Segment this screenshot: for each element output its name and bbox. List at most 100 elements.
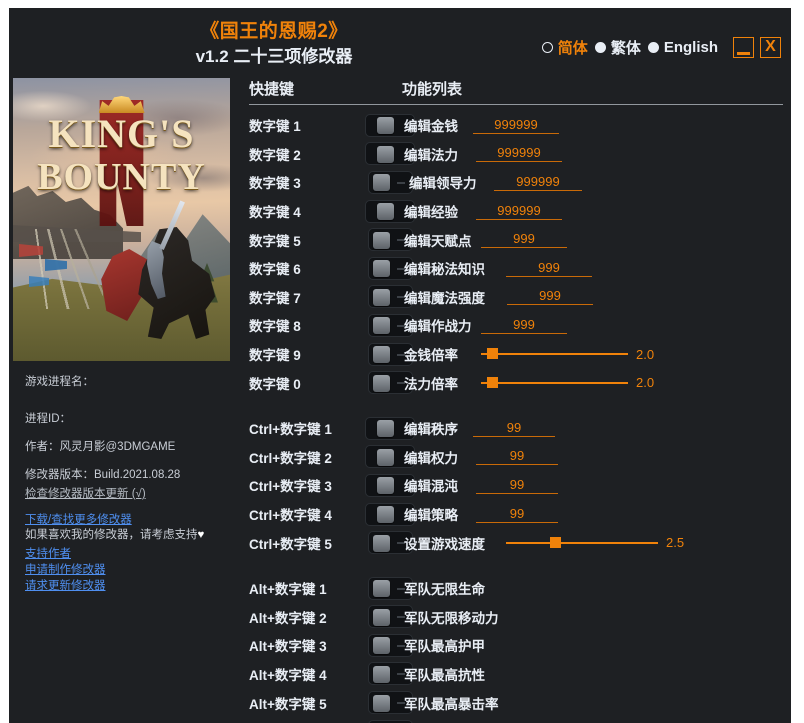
slider-track [506, 541, 658, 544]
toggle-knob [373, 608, 390, 626]
language-option-english[interactable]: English [647, 39, 718, 56]
process-id-label: 进程ID： [25, 413, 71, 425]
cheat-rows: 数字键 1 编辑金钱 999999 数字键 2 编辑法力 999999 数字键 3 编辑领导力… [241, 105, 791, 723]
cheat-row: Alt+数字键 3 军队最高护甲 [241, 631, 791, 660]
sidebar: KING'S BOUNTY 游戏进程名： 进程ID： 作者：风灵月影@3DMGA… [13, 78, 235, 594]
cheat-slider[interactable] [506, 533, 658, 553]
title-block: 《国王的恩赐2》 v1.2 二十三项修改器 [159, 20, 389, 69]
trainer-version-label: 修改器版本：Build.2021.08.28 [25, 469, 181, 481]
support-author-link[interactable]: 支持作者 [25, 546, 235, 562]
slider-handle[interactable] [486, 348, 498, 360]
close-button[interactable]: X [760, 37, 781, 58]
cheat-row: 数字键 2 编辑法力 999999 [241, 140, 791, 169]
slider-value: 2.0 [636, 346, 655, 362]
radio-icon-traditional[interactable] [594, 42, 606, 53]
cheat-row: Alt+数字键 4 军队最高抗性 [241, 660, 791, 689]
slider-handle[interactable] [486, 376, 498, 388]
toggle-knob [373, 665, 390, 683]
cheat-label: 编辑魔法强度 [404, 290, 485, 306]
toggle-knob [373, 580, 390, 598]
language-label-simplified: 简体 [557, 40, 588, 57]
hotkey-label: Alt+数字键 1 [249, 582, 327, 598]
hotkey-label: Alt+数字键 4 [249, 667, 327, 683]
cheat-label: 编辑策略 [404, 508, 458, 524]
header-divider [249, 104, 783, 105]
cheat-value-input[interactable]: 999999 [473, 117, 559, 134]
hotkey-label: 数字键 1 [249, 119, 301, 135]
hotkey-label: 数字键 9 [249, 348, 301, 364]
toggle-knob [373, 260, 390, 278]
cheat-value-input[interactable]: 99 [476, 448, 558, 466]
column-header-functions: 功能列表 [402, 81, 463, 98]
cheat-value-input[interactable]: 99 [473, 420, 555, 437]
toggle-knob [373, 534, 390, 552]
cheat-row: 数字键 9 金钱倍率 2.0 [241, 340, 791, 369]
radio-icon-simplified[interactable] [541, 42, 553, 53]
cheat-row: Ctrl+数字键 2 编辑权力 99 [241, 443, 791, 472]
toggle-knob [373, 174, 390, 192]
cheat-value-input[interactable]: 999 [481, 231, 567, 249]
cheat-value-input[interactable]: 999999 [494, 174, 582, 191]
cheat-row: 数字键 1 编辑金钱 999999 [241, 111, 791, 140]
minimize-button[interactable] [733, 37, 754, 58]
cheat-row: 数字键 5 编辑天赋点 999 [241, 225, 791, 254]
toggle-dash-icon [397, 181, 405, 184]
cheat-value-input[interactable]: 999 [506, 260, 592, 277]
cheat-value-input[interactable]: 999999 [476, 145, 562, 163]
slider-handle[interactable] [550, 536, 562, 548]
close-icon: X [765, 38, 776, 55]
cheat-slider[interactable] [481, 344, 628, 364]
cheat-value-input[interactable]: 99 [476, 477, 558, 494]
cheat-row: 数字键 6 编辑秘法知识 999 [241, 254, 791, 283]
sidebar-info: 游戏进程名： 进程ID： 作者：风灵月影@3DMGAME 修改器版本：Build… [13, 361, 235, 594]
toggle-knob [377, 203, 394, 221]
support-text: 如果喜欢我的修改器，请考虑支持♥ [25, 528, 235, 543]
cheat-row: Ctrl+数字键 3 编辑混沌 99 [241, 471, 791, 500]
process-name-label: 游戏进程名： [25, 376, 94, 388]
hotkey-label: 数字键 6 [249, 262, 301, 278]
cheat-row: Alt+数字键 5 军队最高暴击率 [241, 688, 791, 717]
toggle-knob [373, 694, 390, 712]
toggle-knob [377, 506, 394, 524]
toggle-knob [373, 288, 390, 306]
cheat-value-input[interactable]: 999 [507, 288, 593, 306]
slider-value: 2.0 [636, 375, 655, 391]
download-more-link[interactable]: 下载/查找更多修改器 [25, 512, 235, 528]
cheat-label: 编辑混沌 [404, 479, 458, 495]
hotkey-label: Ctrl+数字键 2 [249, 450, 332, 466]
toggle-knob [377, 117, 394, 135]
cheat-value-input[interactable]: 99 [476, 506, 558, 523]
cheat-row: 数字键 4 编辑经验 999999 [241, 197, 791, 226]
request-make-link[interactable]: 申请制作修改器 [25, 562, 235, 578]
hotkey-label: 数字键 7 [249, 290, 301, 306]
slider-track [481, 353, 628, 356]
hotkey-label: Ctrl+数字键 1 [249, 422, 332, 438]
cheat-slider[interactable] [481, 373, 628, 393]
window-body: KING'S BOUNTY 游戏进程名： 进程ID： 作者：风灵月影@3DMGA… [9, 78, 791, 723]
cheat-toggle[interactable] [368, 170, 413, 194]
toggle-knob [377, 145, 394, 163]
toggle-knob [373, 374, 390, 392]
version-subtitle: v1.2 二十三项修改器 [195, 47, 353, 66]
request-update-link[interactable]: 请求更新修改器 [25, 578, 235, 594]
cheat-label: 军队最高抗性 [404, 667, 485, 683]
cheat-row: Alt+数字键 1 军队无限生命 [241, 574, 791, 603]
language-option-simplified[interactable]: 简体 [541, 37, 588, 58]
author-label: 作者：风灵月影@3DMGAME [25, 441, 176, 453]
cheat-row: 数字键 0 法力倍率 2.0 [241, 368, 791, 397]
check-update-link[interactable]: 检查修改器版本更新 (√) [25, 486, 235, 502]
radio-icon-english[interactable] [647, 42, 659, 53]
cheat-label: 编辑作战力 [404, 319, 472, 335]
hotkey-label: Alt+数字键 2 [249, 610, 327, 626]
minimize-icon [737, 51, 750, 55]
hotkey-label: Ctrl+数字键 4 [249, 508, 332, 524]
language-option-traditional[interactable]: 繁体 [594, 37, 641, 58]
cheat-label: 设置游戏速度 [404, 536, 485, 552]
cheat-value-input[interactable]: 999 [481, 317, 567, 334]
cheat-label: 编辑法力 [404, 147, 458, 163]
cheat-row: Alt+数字键 6军队最高先制 [241, 717, 791, 723]
cheat-label: 金钱倍率 [404, 348, 458, 364]
cheat-value-input[interactable]: 999999 [476, 203, 562, 220]
toggle-knob [373, 317, 390, 335]
